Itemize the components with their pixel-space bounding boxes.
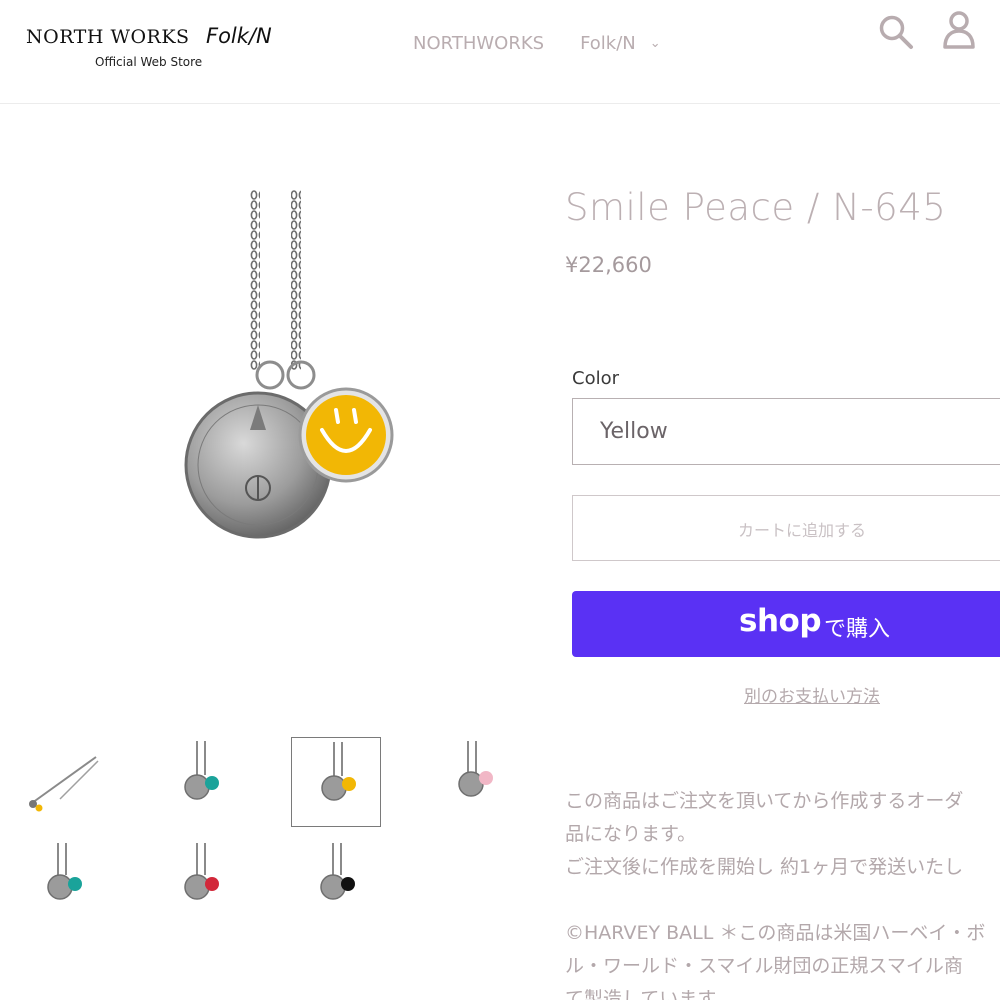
shop-pay-logo: shop [739, 603, 822, 639]
gallery-thumbnail[interactable] [430, 737, 520, 827]
color-select-value: Yellow [600, 419, 668, 444]
nav-item-folkn[interactable]: Folk/N ⌄ [580, 33, 661, 54]
logo-tagline: Official Web Store [95, 55, 203, 69]
gallery-thumbnail[interactable] [291, 837, 381, 927]
description-line: ご注文後に作成を開始し 約1ヶ月で発送いたし [565, 856, 964, 878]
gallery-thumbnail[interactable] [155, 737, 245, 827]
gallery-thumbnail[interactable] [20, 737, 110, 827]
description-line: て製造しています。 [565, 988, 734, 1000]
chevron-down-icon: ⌄ [649, 36, 661, 51]
user-icon[interactable] [942, 10, 976, 50]
product-title: Smile Peace / N-645 [565, 186, 947, 229]
nav-item-label: Folk/N [580, 33, 636, 54]
description-line: ©HARVEY BALL ＊この商品は米国ハーベイ・ボ [565, 922, 986, 944]
gallery-thumbnail[interactable] [20, 837, 110, 927]
site-header: NORTH WORKS Folk/N Official Web Store NO… [0, 0, 1000, 104]
nav-item-northworks[interactable]: NORTHWORKS [413, 33, 544, 54]
shop-pay-button[interactable]: shop で購入 [572, 591, 1000, 657]
color-select[interactable]: Yellow [572, 398, 1000, 465]
description-line: この商品はご注文を頂いてから作成するオーダ [565, 790, 964, 812]
product-description: この商品はご注文を頂いてから作成するオーダ 品になります。 ご注文後に作成を開始… [565, 785, 1000, 1000]
color-label: Color [572, 368, 619, 389]
add-to-cart-label: カートに追加する [738, 521, 867, 540]
logo-brand-primary: NORTH WORKS [26, 26, 190, 48]
search-icon[interactable] [878, 14, 914, 50]
product-price: ¥22,660 [565, 253, 652, 277]
gallery-thumbnail[interactable] [155, 837, 245, 927]
description-line: 品になります。 [565, 823, 697, 845]
description-line [565, 884, 1000, 917]
shop-pay-label: で購入 [824, 617, 891, 642]
gallery-thumbnail-selected[interactable] [291, 737, 381, 827]
alternative-payment-link[interactable]: 別のお支払い方法 [744, 682, 880, 707]
add-to-cart-button[interactable]: カートに追加する [572, 495, 1000, 561]
main-nav: NORTHWORKS Folk/N ⌄ [413, 33, 661, 54]
logo-brand-secondary: Folk/N [206, 24, 272, 48]
site-logo[interactable]: NORTH WORKS Folk/N Official Web Store [26, 22, 286, 74]
product-main-image[interactable] [178, 190, 398, 540]
description-line: ル・ワールド・スマイル財団の正規スマイル商 [565, 955, 963, 977]
